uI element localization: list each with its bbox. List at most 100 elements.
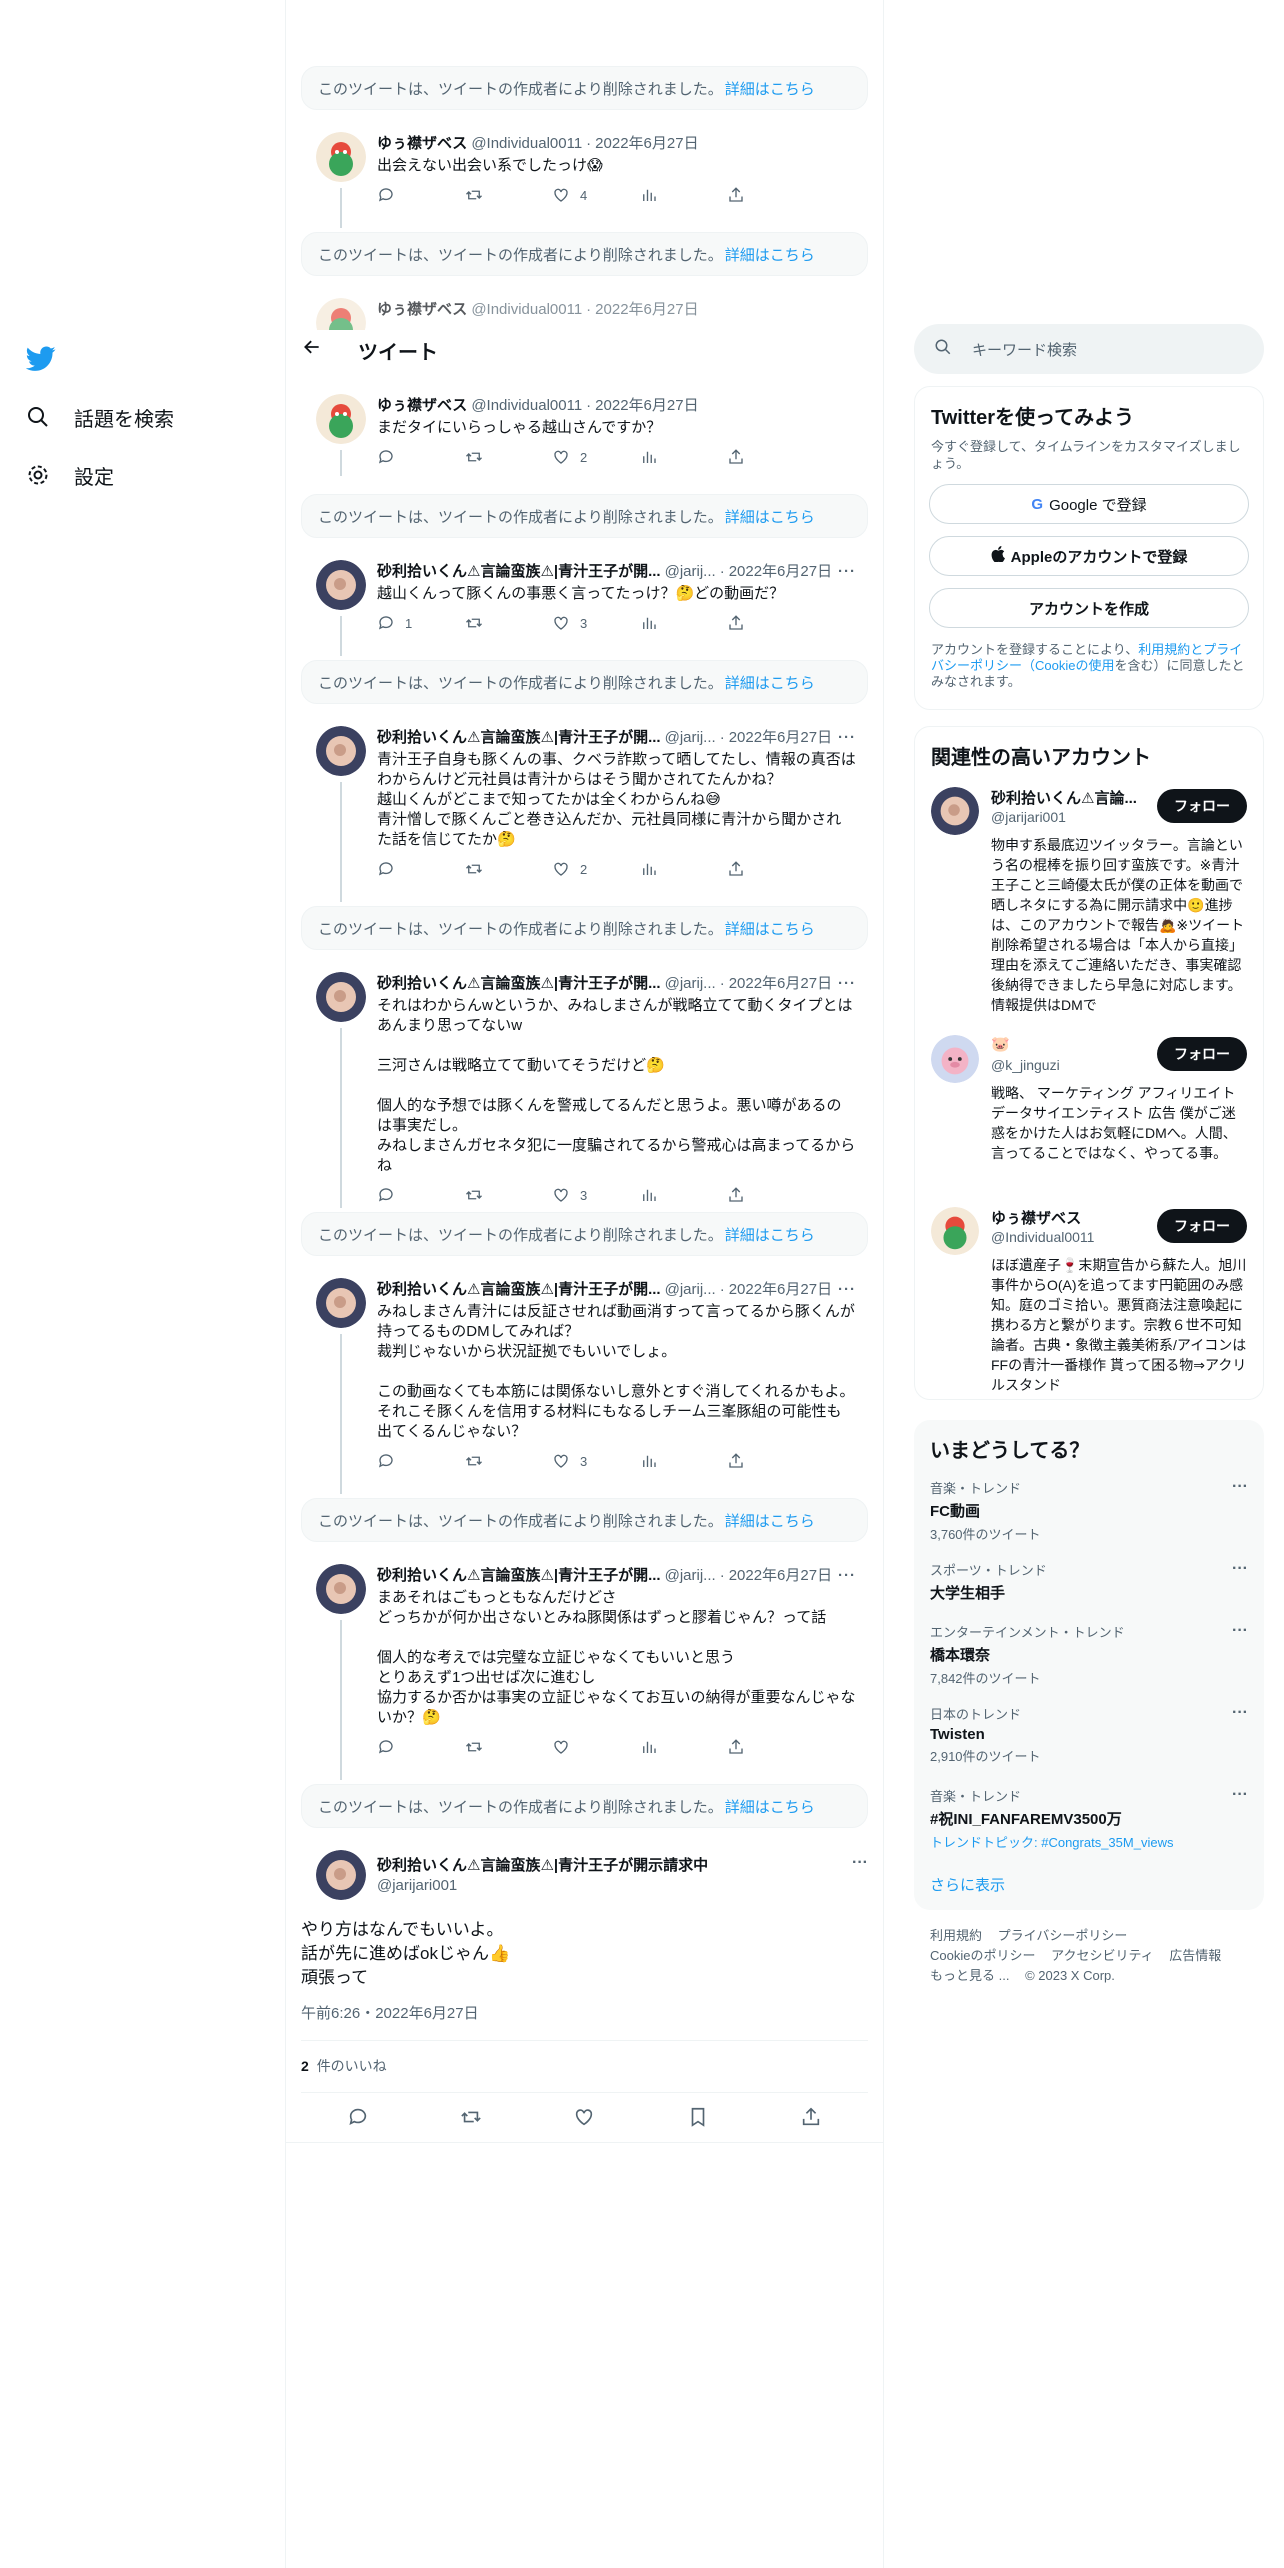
- avatar[interactable]: [316, 1850, 366, 1900]
- reply-button[interactable]: 1: [377, 614, 447, 632]
- reply-button[interactable]: [377, 1186, 447, 1204]
- search-input[interactable]: キーワード検索: [914, 324, 1264, 374]
- like-button[interactable]: 4: [552, 186, 622, 204]
- tweet[interactable]: 砂利拾いくん⚠言論蛮族⚠|青汁王子が開... @jarij... · 2022年6月2…: [301, 1278, 868, 1494]
- show-more-link[interactable]: さらに表示: [930, 1874, 1005, 1895]
- account-item[interactable]: ゆぅ襟ザベス @Individual0011 フォロー ほぼ遺産子🍷末期宣告から…: [931, 1207, 1263, 1397]
- share-button[interactable]: [727, 860, 797, 878]
- tweet-author-handle[interactable]: @jarij...: [665, 1280, 716, 1300]
- footer-link[interactable]: Cookieのポリシー: [930, 1948, 1035, 1963]
- share-button[interactable]: [727, 1452, 797, 1470]
- avatar[interactable]: [316, 972, 366, 1022]
- trend-item[interactable]: エンターテインメント・トレンド 橋本環奈 7,842件のツイート ···: [930, 1622, 1248, 1687]
- tweet-date[interactable]: 2022年6月27日: [595, 134, 698, 154]
- share-button[interactable]: [727, 186, 797, 204]
- account-item[interactable]: 🐷 @k_jinguzi フォロー 戦略、 マーケティング アフィリエイト デー…: [931, 1035, 1263, 1195]
- tweet-author-name[interactable]: ゆぅ襟ザベス: [377, 396, 467, 416]
- footer-link[interactable]: もっと見る ...: [930, 1968, 1009, 1983]
- views-button[interactable]: [640, 448, 710, 466]
- nav-explore[interactable]: 話題を検索: [26, 388, 174, 446]
- main-tweet-timestamp[interactable]: 午前6:26・2022年6月27日: [301, 2002, 479, 2023]
- learn-more-link[interactable]: 詳細はこちら: [725, 78, 815, 99]
- tweet-author-handle[interactable]: @Individual0011: [471, 300, 582, 320]
- learn-more-link[interactable]: 詳細はこちら: [725, 1796, 815, 1817]
- main-tweet-author-handle[interactable]: @jarijari001: [377, 1877, 868, 1894]
- tweet[interactable]: 砂利拾いくん⚠言論蛮族⚠|青汁王子が開... @jarij... · 2022年6月2…: [301, 972, 868, 1208]
- arrow-left-icon[interactable]: [302, 337, 326, 363]
- trend-item[interactable]: 音楽・トレンド FC動画 3,760件のツイート ···: [930, 1478, 1248, 1543]
- share-button[interactable]: [727, 448, 797, 466]
- avatar[interactable]: [316, 132, 366, 182]
- reply-button[interactable]: [377, 1738, 447, 1756]
- tweet-author-handle[interactable]: @jarij...: [665, 728, 716, 748]
- learn-more-link[interactable]: 詳細はこちら: [725, 1510, 815, 1531]
- like-button[interactable]: 2: [552, 860, 622, 878]
- reply-button[interactable]: [347, 2106, 369, 2133]
- views-button[interactable]: [640, 1452, 710, 1470]
- views-button[interactable]: [640, 186, 710, 204]
- main-tweet-author-name[interactable]: 砂利拾いくん⚠言論蛮族⚠|青汁王子が開示請求中: [377, 1854, 868, 1875]
- account-item[interactable]: 砂利拾いくん⚠言論... @jarijari001 フォロー 物申す系最底辺ツイ…: [931, 787, 1263, 1013]
- tweet-date[interactable]: 2022年6月27日: [729, 1280, 832, 1300]
- tweet-date[interactable]: 2022年6月27日: [595, 300, 698, 320]
- more-options-icon[interactable]: ···: [838, 974, 856, 994]
- follow-button[interactable]: フォロー: [1157, 1037, 1247, 1071]
- retweet-button[interactable]: [465, 614, 535, 632]
- more-options-icon[interactable]: ···: [838, 728, 856, 748]
- google-signup-button[interactable]: G Google で登録: [929, 484, 1249, 524]
- reply-button[interactable]: [377, 186, 447, 204]
- learn-more-link[interactable]: 詳細はこちら: [725, 672, 815, 693]
- tweet[interactable]: ゆぅ襟ザベス @Individual0011 · 2022年6月27日: [301, 298, 868, 330]
- account-name[interactable]: ゆぅ襟ザベス: [991, 1207, 1081, 1228]
- follow-button[interactable]: フォロー: [1157, 789, 1247, 823]
- learn-more-link[interactable]: 詳細はこちら: [725, 918, 815, 939]
- account-handle[interactable]: @k_jinguzi: [991, 1057, 1060, 1073]
- tweet-author-handle[interactable]: @jarij...: [665, 1566, 716, 1586]
- apple-signup-button[interactable]: Appleのアカウントで登録: [929, 536, 1249, 576]
- share-button[interactable]: [727, 614, 797, 632]
- footer-link[interactable]: 広告情報: [1169, 1948, 1221, 1963]
- tweet-author-handle[interactable]: @Individual0011: [471, 134, 582, 154]
- retweet-button[interactable]: [460, 2106, 482, 2133]
- more-options-icon[interactable]: ···: [1232, 1478, 1248, 1496]
- tweet-author-name[interactable]: 砂利拾いくん⚠言論蛮族⚠|青汁王子が開...: [377, 562, 661, 582]
- more-options-icon[interactable]: ···: [1232, 1704, 1248, 1722]
- learn-more-link[interactable]: 詳細はこちら: [725, 506, 815, 527]
- avatar[interactable]: [316, 298, 366, 330]
- create-account-button[interactable]: アカウントを作成: [929, 588, 1249, 628]
- like-button[interactable]: [573, 2106, 595, 2133]
- tweet-author-name[interactable]: ゆぅ襟ザベス: [377, 134, 467, 154]
- tweet-author-name[interactable]: 砂利拾いくん⚠言論蛮族⚠|青汁王子が開...: [377, 1566, 661, 1586]
- reply-button[interactable]: [377, 1452, 447, 1470]
- share-button[interactable]: [727, 1738, 797, 1756]
- learn-more-link[interactable]: 詳細はこちら: [725, 244, 815, 265]
- like-button[interactable]: 2: [552, 448, 622, 466]
- retweet-button[interactable]: [465, 448, 535, 466]
- avatar[interactable]: [316, 394, 366, 444]
- more-options-icon[interactable]: ···: [1232, 1622, 1248, 1640]
- tweet-author-name[interactable]: ゆぅ襟ザベス: [377, 300, 467, 320]
- avatar[interactable]: [316, 1564, 366, 1614]
- more-options-icon[interactable]: ···: [838, 562, 856, 582]
- account-name[interactable]: 🐷: [991, 1035, 1010, 1053]
- trend-item[interactable]: 音楽・トレンド #祝INI_FANFAREMV3500万 トレンドトピック: #…: [930, 1786, 1248, 1851]
- retweet-button[interactable]: [465, 186, 535, 204]
- learn-more-link[interactable]: 詳細はこちら: [725, 1224, 815, 1245]
- tweet-author-name[interactable]: 砂利拾いくん⚠言論蛮族⚠|青汁王子が開...: [377, 974, 661, 994]
- tweet[interactable]: ゆぅ襟ザベス @Individual0011 · 2022年6月27日 まだタイにいら…: [301, 394, 868, 476]
- views-button[interactable]: [640, 1738, 710, 1756]
- more-options-icon[interactable]: ···: [1232, 1786, 1248, 1804]
- likes-summary[interactable]: 2 件のいいね: [301, 2056, 387, 2076]
- like-button[interactable]: 3: [552, 1452, 622, 1470]
- retweet-button[interactable]: [465, 1186, 535, 1204]
- tweet[interactable]: 砂利拾いくん⚠言論蛮族⚠|青汁王子が開... @jarij... · 2022年6月2…: [301, 1564, 868, 1780]
- tweet-author-handle[interactable]: @Individual0011: [471, 396, 582, 416]
- reply-button[interactable]: [377, 860, 447, 878]
- footer-link[interactable]: 利用規約: [930, 1928, 982, 1943]
- tweet-date[interactable]: 2022年6月27日: [729, 1566, 832, 1586]
- avatar[interactable]: [931, 1035, 979, 1083]
- share-button[interactable]: [800, 2106, 822, 2133]
- retweet-button[interactable]: [465, 1452, 535, 1470]
- tweet-date[interactable]: 2022年6月27日: [595, 396, 698, 416]
- reply-button[interactable]: [377, 448, 447, 466]
